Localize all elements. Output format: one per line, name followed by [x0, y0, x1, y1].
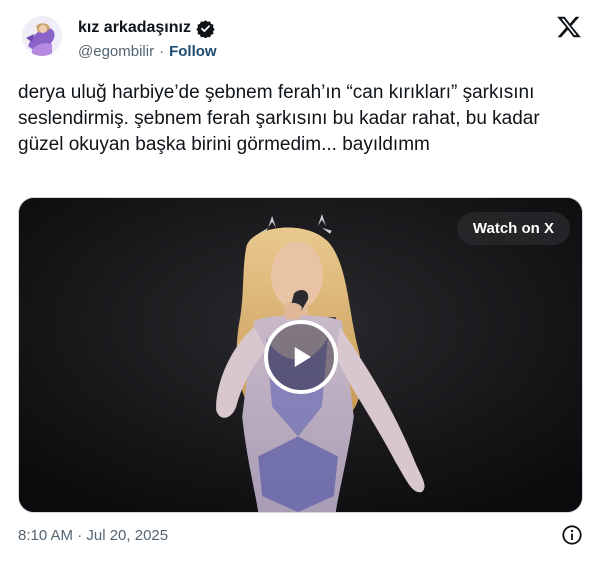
- info-icon[interactable]: [561, 524, 583, 546]
- x-logo-icon[interactable]: [556, 14, 582, 40]
- author-display-name[interactable]: kız arkadaşınız: [78, 19, 191, 37]
- tweet-footer: 8:10 AM · Jul 20, 2025: [18, 522, 583, 548]
- watch-on-x-button[interactable]: Watch on X: [456, 212, 570, 245]
- tweet-header: kız arkadaşınız @egombilir · Follow: [22, 14, 582, 64]
- verified-badge-icon: [196, 19, 215, 38]
- play-button[interactable]: [264, 320, 338, 394]
- follow-button[interactable]: Follow: [169, 43, 217, 60]
- author-handle[interactable]: @egombilir: [78, 43, 154, 60]
- tweet-text: derya uluğ harbiye’de şebnem ferah’ın “c…: [18, 82, 540, 155]
- avatar-illustration-icon: [22, 16, 62, 56]
- separator-dot: ·: [159, 42, 165, 60]
- video-player[interactable]: Watch on X: [18, 197, 583, 513]
- play-icon: [294, 347, 311, 367]
- avatar[interactable]: [22, 16, 62, 56]
- tweet-timestamp[interactable]: 8:10 AM · Jul 20, 2025: [18, 527, 168, 544]
